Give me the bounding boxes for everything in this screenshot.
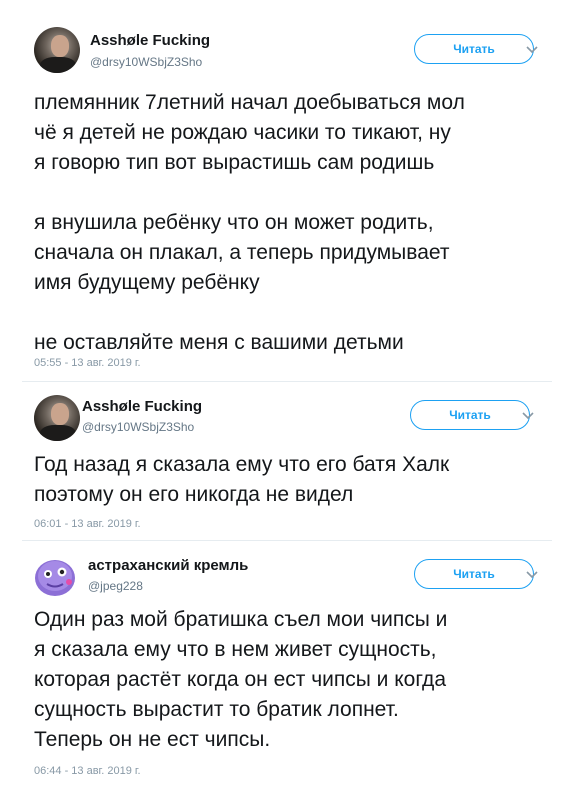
chevron-down-icon[interactable] xyxy=(525,568,539,582)
user-avatar[interactable] xyxy=(34,395,80,441)
tweet-3: астраханский кремль @jpeg228 Читать Один… xyxy=(0,541,572,806)
tweet-text-line: Год назад я сказала ему что его батя Хал… xyxy=(34,453,450,476)
tweet-timestamp[interactable]: 06:44 - 13 авг. 2019 г. xyxy=(34,765,141,777)
user-avatar[interactable] xyxy=(34,27,80,73)
user-name[interactable]: Asshøle Fucking xyxy=(82,398,202,415)
follow-button[interactable]: Читать xyxy=(414,34,534,64)
tweet-text-line: чё я детей не рождаю часики то тикают, н… xyxy=(34,121,451,144)
tweet-text-line: я говорю тип вот вырастишь сам родишь xyxy=(34,151,435,174)
user-avatar[interactable] xyxy=(32,553,78,599)
follow-button[interactable]: Читать xyxy=(414,559,534,589)
tweet-text-line: Теперь он не ест чипсы. xyxy=(34,728,271,751)
user-handle[interactable]: @drsy10WSbjZ3Sho xyxy=(82,420,194,434)
tweet-text-line: племянник 7летний начал доебываться мол xyxy=(34,91,465,114)
chevron-down-icon[interactable] xyxy=(525,43,539,57)
tweet-text: Год назад я сказала ему что его батя Хал… xyxy=(34,450,554,510)
purple-creature-icon xyxy=(35,560,75,596)
tweet-text-line: сначала он плакал, а теперь придумывает xyxy=(34,241,450,264)
tweet-text: племянник 7летний начал доебываться мол … xyxy=(34,88,554,358)
user-name[interactable]: астраханский кремль xyxy=(88,557,248,574)
user-name[interactable]: Asshøle Fucking xyxy=(90,32,210,49)
follow-button[interactable]: Читать xyxy=(410,400,530,430)
tweet-text-line: не оставляйте меня с вашими детьми xyxy=(34,331,404,354)
tweet-2: Asshøle Fucking @drsy10WSbjZ3Sho Читать … xyxy=(0,382,572,540)
tweet-1: Asshøle Fucking @drsy10WSbjZ3Sho Читать … xyxy=(0,0,572,380)
tweet-text-line: имя будущему ребёнку xyxy=(34,271,260,294)
user-handle[interactable]: @drsy10WSbjZ3Sho xyxy=(90,55,202,69)
tweet-text-line: Один раз мой братишка съел мои чипсы и xyxy=(34,608,448,631)
tweet-text-line: я сказала ему что в нем живет сущность, xyxy=(34,638,437,661)
tweet-text-line: которая растёт когда он ест чипсы и когд… xyxy=(34,668,446,691)
tweet-text-line: я внушила ребёнку что он может родить, xyxy=(34,211,434,234)
chevron-down-icon[interactable] xyxy=(521,409,535,423)
user-handle[interactable]: @jpeg228 xyxy=(88,579,143,593)
tweet-text-line: сущность вырастит то братик лопнет. xyxy=(34,698,399,721)
tweet-timestamp[interactable]: 06:01 - 13 авг. 2019 г. xyxy=(34,518,141,530)
tweet-text: Один раз мой братишка съел мои чипсы и я… xyxy=(34,605,554,755)
tweet-timestamp[interactable]: 05:55 - 13 авг. 2019 г. xyxy=(34,357,141,369)
tweet-text-line: поэтому он его никогда не видел xyxy=(34,483,354,506)
